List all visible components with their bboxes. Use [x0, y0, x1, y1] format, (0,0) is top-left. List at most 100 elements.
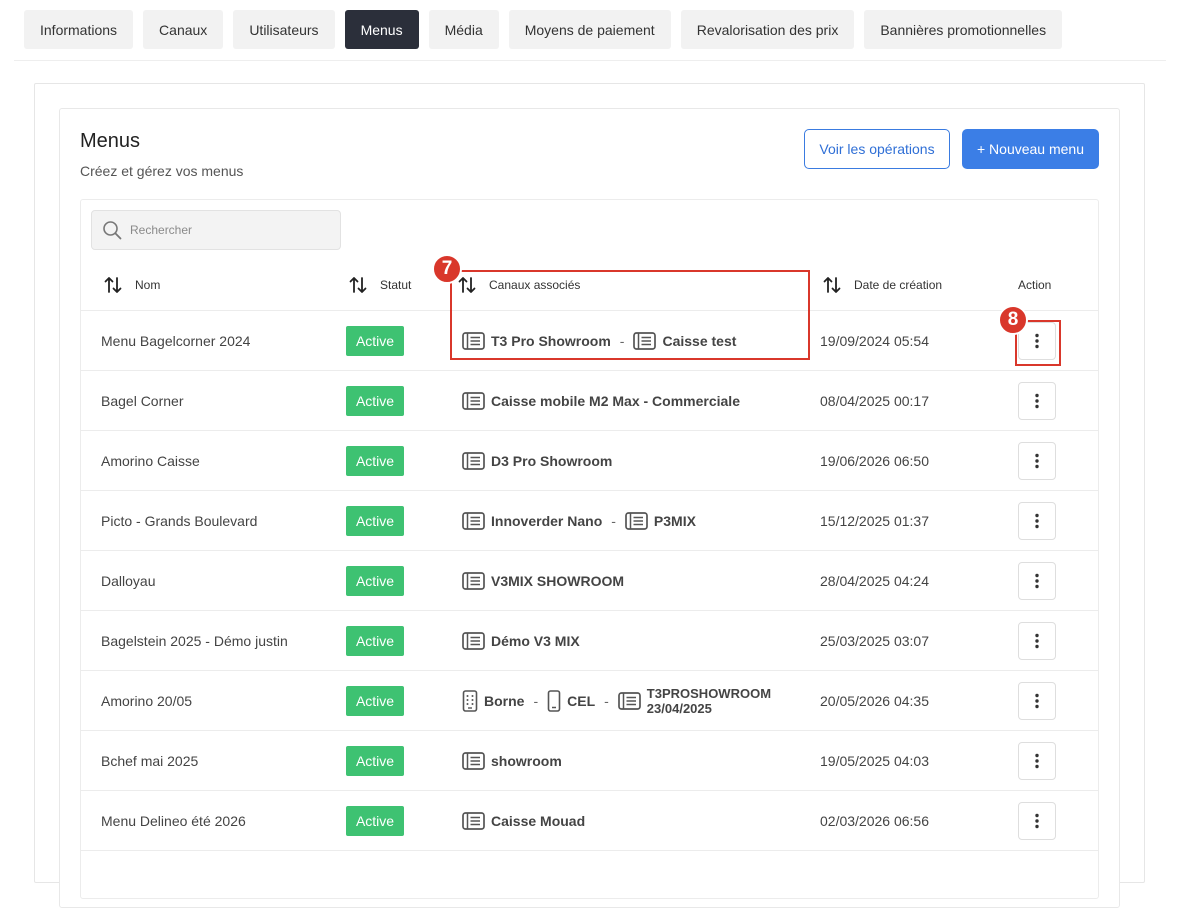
creation-date: 19/09/2024 05:54: [820, 333, 929, 349]
channel-item: Démo V3 MIX: [462, 631, 580, 651]
channel-item: showroom: [462, 751, 562, 771]
search-box[interactable]: [91, 210, 341, 250]
channel-label: V3MIX SHOWROOM: [491, 573, 625, 589]
tab-utilisateurs[interactable]: Utilisateurs: [233, 10, 335, 49]
channel-item: Caisse test: [633, 331, 736, 351]
column-label: Statut: [380, 278, 412, 292]
row-actions-button[interactable]: [1018, 682, 1056, 720]
channel-label: Innoverder Nano: [491, 513, 603, 529]
column-label: Date de création: [854, 278, 943, 292]
row-divider: [81, 430, 1098, 431]
channel-label: P3MIX: [653, 513, 696, 529]
row-divider: [81, 670, 1098, 671]
channel-item: D3 Pro Showroom: [462, 451, 612, 471]
more-vertical-icon: [1034, 693, 1040, 709]
channel-item: V3MIX SHOWROOM: [462, 571, 624, 591]
tab-media[interactable]: Média: [428, 10, 499, 49]
status-badge: Active: [346, 626, 404, 656]
row-actions-button[interactable]: [1018, 742, 1056, 780]
creation-date: 28/04/2025 04:24: [820, 573, 929, 589]
pos-terminal-icon: [462, 511, 491, 531]
channel-label: showroom: [491, 753, 562, 769]
more-vertical-icon: [1034, 453, 1040, 469]
tab-canaux[interactable]: Canaux: [143, 10, 224, 49]
menu-name: Bagelstein 2025 - Démo justin: [101, 633, 288, 649]
menu-name: Dalloyau: [101, 573, 156, 589]
row-divider: [81, 370, 1098, 371]
new-menu-button[interactable]: + Nouveau menu: [962, 129, 1099, 169]
tab-menus[interactable]: Menus: [344, 10, 419, 49]
row-actions-button[interactable]: [1018, 562, 1056, 600]
row-actions-button[interactable]: [1018, 622, 1056, 660]
column-header-name[interactable]: Nom: [103, 274, 160, 296]
tab-bar: Informations Canaux Utilisateurs Menus Média…: [24, 10, 1063, 49]
channel-item: T3PROSHOWROOM 23/04/2025: [617, 686, 771, 716]
row-actions-button[interactable]: [1018, 442, 1056, 480]
search-input[interactable]: [130, 223, 330, 237]
pos-terminal-icon: [462, 811, 491, 831]
creation-date: 19/05/2025 04:03: [820, 753, 929, 769]
tabs-divider: [14, 60, 1166, 61]
status-badge: Active: [346, 386, 404, 416]
channel-list: T3 Pro Showroom - Caisse test: [462, 326, 736, 356]
channel-label: T3PROSHOWROOM 23/04/2025: [647, 686, 771, 716]
channel-label: T3 Pro Showroom: [491, 333, 611, 349]
column-header-action: Action: [1018, 274, 1051, 296]
page-title: Menus: [80, 130, 141, 152]
status-badge: Active: [346, 326, 404, 356]
tab-informations[interactable]: Informations: [24, 10, 134, 49]
status-badge: Active: [346, 806, 404, 836]
sort-icon: [457, 275, 477, 295]
view-operations-button[interactable]: Voir les opérations: [804, 129, 950, 169]
column-header-status[interactable]: Statut: [348, 274, 411, 296]
row-divider: [81, 490, 1098, 491]
tab-moyens-de-paiement[interactable]: Moyens de paiement: [508, 10, 671, 49]
channel-label: Démo V3 MIX: [491, 633, 580, 649]
menu-name: Bagel Corner: [101, 393, 184, 409]
column-label: Canaux associés: [489, 278, 581, 292]
status-badge: Active: [346, 446, 404, 476]
pos-terminal-icon: [462, 631, 491, 651]
channel-label: CEL: [567, 693, 596, 709]
sort-icon: [103, 275, 123, 295]
column-header-channels[interactable]: Canaux associés: [457, 274, 580, 296]
header-divider: [81, 310, 1098, 311]
menu-name: Menu Delineo été 2026: [101, 813, 246, 829]
channel-separator: -: [611, 513, 616, 529]
channel-item: P3MIX: [625, 511, 696, 531]
row-divider: [81, 790, 1098, 791]
pos-terminal-icon: [462, 331, 491, 351]
channel-list: Caisse Mouad: [462, 806, 585, 836]
menu-name: Bchef mai 2025: [101, 753, 199, 769]
row-actions-button[interactable]: [1018, 382, 1056, 420]
page-subtitle: Créez et gérez vos menus: [80, 163, 244, 179]
status-badge: Active: [346, 506, 404, 536]
step-marker-7: 7: [432, 254, 462, 284]
sort-icon: [822, 275, 842, 295]
row-actions-button[interactable]: [1018, 502, 1056, 540]
channel-label-line: 23/04/2025: [646, 701, 712, 716]
pos-terminal-icon: [462, 751, 491, 771]
tab-bannieres-promotionnelles[interactable]: Bannières promotionnelles: [864, 10, 1063, 49]
kiosk-icon: [462, 690, 484, 712]
status-badge: Active: [346, 686, 404, 716]
channel-label: Caisse Mouad: [491, 813, 586, 829]
search-icon: [102, 220, 122, 240]
tab-revalorisation-des-prix[interactable]: Revalorisation des prix: [680, 10, 855, 49]
creation-date: 19/06/2026 06:50: [820, 453, 929, 469]
more-vertical-icon: [1034, 633, 1040, 649]
row-actions-button[interactable]: [1018, 802, 1056, 840]
creation-date: 15/12/2025 01:37: [820, 513, 929, 529]
row-divider: [81, 610, 1098, 611]
channel-separator: -: [619, 333, 625, 349]
more-vertical-icon: [1034, 573, 1040, 589]
more-vertical-icon: [1034, 333, 1040, 349]
menu-name: Menu Bagelcorner 2024: [101, 333, 251, 349]
channel-label: Caisse test: [662, 333, 737, 349]
column-header-date[interactable]: Date de création: [822, 274, 942, 296]
channel-list: V3MIX SHOWROOM: [462, 566, 624, 596]
column-label: Nom: [135, 278, 161, 292]
column-label: Action: [1018, 278, 1052, 292]
channel-item: Borne: [462, 690, 524, 712]
menus-table: [80, 199, 1099, 899]
